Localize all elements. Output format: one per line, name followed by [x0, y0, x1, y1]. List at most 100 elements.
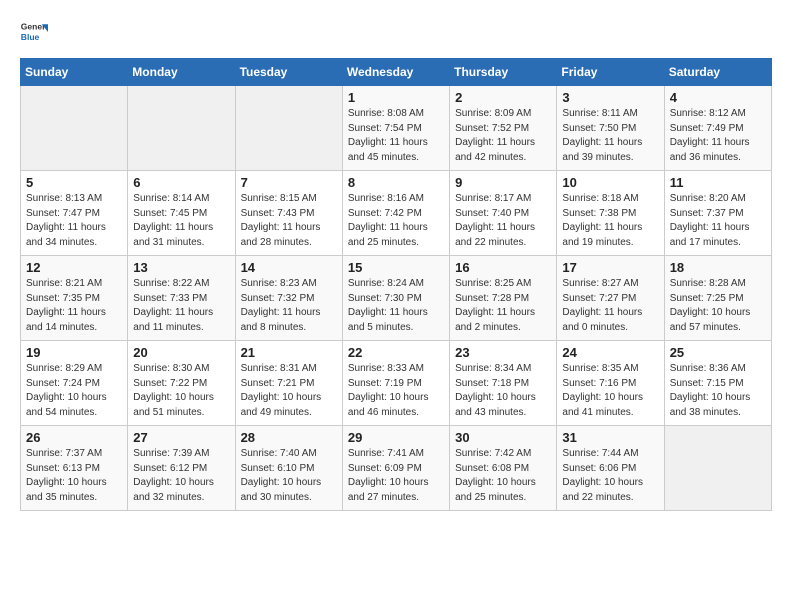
- calendar-cell: 7 Sunrise: 8:15 AM Sunset: 7:43 PM Daylig…: [235, 171, 342, 256]
- day-number: 26: [26, 430, 122, 445]
- calendar-cell: 25 Sunrise: 8:36 AM Sunset: 7:15 PM Dayli…: [664, 341, 771, 426]
- day-number: 9: [455, 175, 551, 190]
- calendar-cell: 15 Sunrise: 8:24 AM Sunset: 7:30 PM Dayli…: [342, 256, 449, 341]
- calendar-cell: 18 Sunrise: 8:28 AM Sunset: 7:25 PM Dayli…: [664, 256, 771, 341]
- day-info: Sunrise: 8:31 AM Sunset: 7:21 PM Dayligh…: [241, 362, 337, 420]
- day-info: Sunrise: 8:33 AM Sunset: 7:19 PM Dayligh…: [348, 362, 444, 420]
- day-info: Sunrise: 7:37 AM Sunset: 6:13 PM Dayligh…: [26, 447, 122, 505]
- calendar-cell: 24 Sunrise: 8:35 AM Sunset: 7:16 PM Dayli…: [557, 341, 664, 426]
- day-number: 10: [562, 175, 658, 190]
- calendar-week-1: 1 Sunrise: 8:08 AM Sunset: 7:54 PM Daylig…: [21, 86, 772, 171]
- day-number: 5: [26, 175, 122, 190]
- day-info: Sunrise: 8:09 AM Sunset: 7:52 PM Dayligh…: [455, 107, 551, 165]
- day-number: 14: [241, 260, 337, 275]
- calendar-week-3: 12Sunrise: 8:21 AM Sunset: 7:35 PM Dayli…: [21, 256, 772, 341]
- calendar-cell: 16Sunrise: 8:25 AM Sunset: 7:28 PM Dayli…: [450, 256, 557, 341]
- day-info: Sunrise: 8:18 AM Sunset: 7:38 PM Dayligh…: [562, 192, 658, 250]
- day-number: 1: [348, 90, 444, 105]
- calendar-cell: 28 Sunrise: 7:40 AM Sunset: 6:10 PM Dayli…: [235, 426, 342, 511]
- day-number: 29: [348, 430, 444, 445]
- calendar-table: SundayMondayTuesdayWednesdayThursdayFrid…: [20, 58, 772, 511]
- day-header-monday: Monday: [128, 59, 235, 86]
- day-number: 19: [26, 345, 122, 360]
- calendar-week-5: 26 Sunrise: 7:37 AM Sunset: 6:13 PM Dayli…: [21, 426, 772, 511]
- day-number: 30: [455, 430, 551, 445]
- day-number: 11: [670, 175, 766, 190]
- day-number: 31: [562, 430, 658, 445]
- day-info: Sunrise: 7:40 AM Sunset: 6:10 PM Dayligh…: [241, 447, 337, 505]
- logo: General Blue: [20, 18, 48, 46]
- calendar-cell: 20Sunrise: 8:30 AM Sunset: 7:22 PM Dayli…: [128, 341, 235, 426]
- day-info: Sunrise: 8:16 AM Sunset: 7:42 PM Dayligh…: [348, 192, 444, 250]
- header: General Blue: [20, 18, 772, 46]
- day-header-thursday: Thursday: [450, 59, 557, 86]
- day-number: 13: [133, 260, 229, 275]
- day-info: Sunrise: 8:15 AM Sunset: 7:43 PM Dayligh…: [241, 192, 337, 250]
- calendar-cell: 12Sunrise: 8:21 AM Sunset: 7:35 PM Dayli…: [21, 256, 128, 341]
- day-info: Sunrise: 7:41 AM Sunset: 6:09 PM Dayligh…: [348, 447, 444, 505]
- day-header-saturday: Saturday: [664, 59, 771, 86]
- logo-icon: General Blue: [20, 18, 48, 46]
- day-number: 28: [241, 430, 337, 445]
- day-info: Sunrise: 8:30 AM Sunset: 7:22 PM Dayligh…: [133, 362, 229, 420]
- day-number: 16: [455, 260, 551, 275]
- calendar-cell: 8 Sunrise: 8:16 AM Sunset: 7:42 PM Daylig…: [342, 171, 449, 256]
- day-number: 12: [26, 260, 122, 275]
- day-number: 27: [133, 430, 229, 445]
- calendar-cell: 17Sunrise: 8:27 AM Sunset: 7:27 PM Dayli…: [557, 256, 664, 341]
- svg-text:Blue: Blue: [21, 32, 40, 42]
- day-number: 18: [670, 260, 766, 275]
- calendar-body: 1 Sunrise: 8:08 AM Sunset: 7:54 PM Daylig…: [21, 86, 772, 511]
- calendar-cell: 3Sunrise: 8:11 AM Sunset: 7:50 PM Daylig…: [557, 86, 664, 171]
- day-info: Sunrise: 8:35 AM Sunset: 7:16 PM Dayligh…: [562, 362, 658, 420]
- day-number: 6: [133, 175, 229, 190]
- day-info: Sunrise: 8:29 AM Sunset: 7:24 PM Dayligh…: [26, 362, 122, 420]
- day-info: Sunrise: 7:39 AM Sunset: 6:12 PM Dayligh…: [133, 447, 229, 505]
- calendar-cell: 23Sunrise: 8:34 AM Sunset: 7:18 PM Dayli…: [450, 341, 557, 426]
- day-number: 24: [562, 345, 658, 360]
- calendar-cell: 9 Sunrise: 8:17 AM Sunset: 7:40 PM Daylig…: [450, 171, 557, 256]
- day-info: Sunrise: 8:34 AM Sunset: 7:18 PM Dayligh…: [455, 362, 551, 420]
- calendar-week-4: 19 Sunrise: 8:29 AM Sunset: 7:24 PM Dayli…: [21, 341, 772, 426]
- day-number: 8: [348, 175, 444, 190]
- calendar-cell: 14 Sunrise: 8:23 AM Sunset: 7:32 PM Dayli…: [235, 256, 342, 341]
- day-number: 4: [670, 90, 766, 105]
- day-info: Sunrise: 8:08 AM Sunset: 7:54 PM Dayligh…: [348, 107, 444, 165]
- day-info: Sunrise: 8:11 AM Sunset: 7:50 PM Dayligh…: [562, 107, 658, 165]
- calendar-week-2: 5 Sunrise: 8:13 AM Sunset: 7:47 PM Daylig…: [21, 171, 772, 256]
- day-number: 7: [241, 175, 337, 190]
- calendar-header: SundayMondayTuesdayWednesdayThursdayFrid…: [21, 59, 772, 86]
- calendar-cell: 10 Sunrise: 8:18 AM Sunset: 7:38 PM Dayli…: [557, 171, 664, 256]
- day-number: 21: [241, 345, 337, 360]
- calendar-cell: [21, 86, 128, 171]
- days-of-week-row: SundayMondayTuesdayWednesdayThursdayFrid…: [21, 59, 772, 86]
- day-header-friday: Friday: [557, 59, 664, 86]
- day-number: 15: [348, 260, 444, 275]
- day-info: Sunrise: 8:12 AM Sunset: 7:49 PM Dayligh…: [670, 107, 766, 165]
- calendar-cell: 26 Sunrise: 7:37 AM Sunset: 6:13 PM Dayli…: [21, 426, 128, 511]
- day-info: Sunrise: 7:44 AM Sunset: 6:06 PM Dayligh…: [562, 447, 658, 505]
- day-info: Sunrise: 8:28 AM Sunset: 7:25 PM Dayligh…: [670, 277, 766, 335]
- day-info: Sunrise: 7:42 AM Sunset: 6:08 PM Dayligh…: [455, 447, 551, 505]
- calendar-cell: [664, 426, 771, 511]
- day-info: Sunrise: 8:36 AM Sunset: 7:15 PM Dayligh…: [670, 362, 766, 420]
- day-info: Sunrise: 8:13 AM Sunset: 7:47 PM Dayligh…: [26, 192, 122, 250]
- day-header-tuesday: Tuesday: [235, 59, 342, 86]
- calendar-cell: 1 Sunrise: 8:08 AM Sunset: 7:54 PM Daylig…: [342, 86, 449, 171]
- calendar-cell: 5 Sunrise: 8:13 AM Sunset: 7:47 PM Daylig…: [21, 171, 128, 256]
- calendar-cell: 31 Sunrise: 7:44 AM Sunset: 6:06 PM Dayli…: [557, 426, 664, 511]
- calendar-cell: 13Sunrise: 8:22 AM Sunset: 7:33 PM Dayli…: [128, 256, 235, 341]
- calendar-cell: 27 Sunrise: 7:39 AM Sunset: 6:12 PM Dayli…: [128, 426, 235, 511]
- day-info: Sunrise: 8:20 AM Sunset: 7:37 PM Dayligh…: [670, 192, 766, 250]
- day-header-sunday: Sunday: [21, 59, 128, 86]
- day-info: Sunrise: 8:24 AM Sunset: 7:30 PM Dayligh…: [348, 277, 444, 335]
- day-number: 25: [670, 345, 766, 360]
- day-info: Sunrise: 8:14 AM Sunset: 7:45 PM Dayligh…: [133, 192, 229, 250]
- calendar-cell: 11 Sunrise: 8:20 AM Sunset: 7:37 PM Dayli…: [664, 171, 771, 256]
- calendar-cell: 19 Sunrise: 8:29 AM Sunset: 7:24 PM Dayli…: [21, 341, 128, 426]
- calendar-cell: 6 Sunrise: 8:14 AM Sunset: 7:45 PM Daylig…: [128, 171, 235, 256]
- page: General Blue SundayMondayTuesdayWednesda…: [0, 0, 792, 612]
- day-info: Sunrise: 8:17 AM Sunset: 7:40 PM Dayligh…: [455, 192, 551, 250]
- day-header-wednesday: Wednesday: [342, 59, 449, 86]
- day-info: Sunrise: 8:23 AM Sunset: 7:32 PM Dayligh…: [241, 277, 337, 335]
